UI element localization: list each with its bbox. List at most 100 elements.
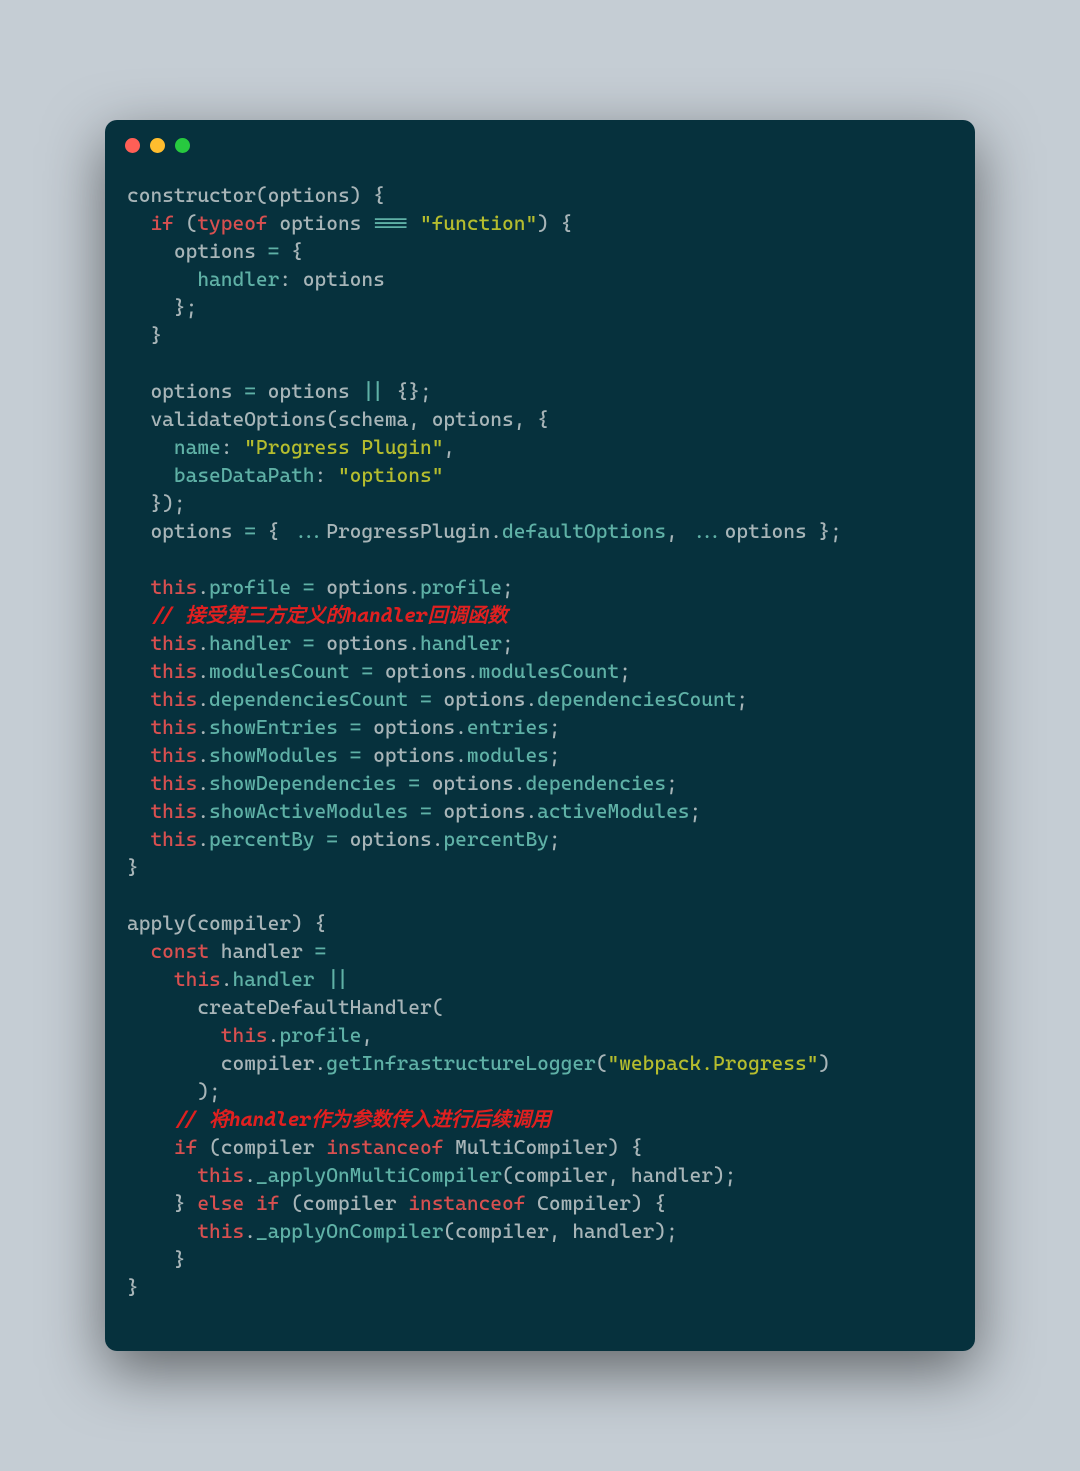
code-token: options.	[315, 575, 420, 599]
code-line: constructor(options) {	[127, 181, 953, 209]
code-token: =	[420, 799, 432, 823]
code-line: this.showDependencies = options.dependen…	[127, 769, 953, 797]
code-token: =	[408, 771, 420, 795]
code-token: .	[244, 1219, 256, 1243]
code-token: if	[150, 211, 173, 235]
code-window: constructor(options) { if (typeof option…	[105, 120, 975, 1351]
code-token: (compiler, handler);	[502, 1163, 736, 1187]
code-token	[291, 631, 303, 655]
code-line: this.handler ||	[127, 965, 953, 993]
code-line: if (compiler instanceof MultiCompiler) {	[127, 1133, 953, 1161]
code-token: const	[150, 939, 209, 963]
code-token	[127, 575, 150, 599]
code-token: modulesCount	[209, 659, 350, 683]
code-token: (	[596, 1051, 608, 1075]
code-line: }	[127, 853, 953, 881]
code-token: (	[174, 211, 197, 235]
code-token: .	[197, 575, 209, 599]
code-token: showActiveModules	[209, 799, 408, 823]
code-token: =	[303, 631, 315, 655]
code-token: constructor	[127, 183, 256, 207]
code-token: defaultOptions	[502, 519, 666, 543]
code-token: options };	[725, 519, 842, 543]
code-token	[338, 743, 350, 767]
code-token: modulesCount	[479, 659, 620, 683]
code-token	[350, 659, 362, 683]
code-token: ||	[361, 379, 384, 403]
code-line: if (typeof options === "function") {	[127, 209, 953, 237]
code-line: this.percentBy = options.percentBy;	[127, 825, 953, 853]
code-token: options.	[432, 687, 537, 711]
code-block: constructor(options) { if (typeof option…	[127, 181, 953, 1301]
code-token: this	[197, 1163, 244, 1187]
code-token: compiler.	[127, 1051, 326, 1075]
code-token: this	[150, 827, 197, 851]
code-line: );	[127, 1077, 953, 1105]
code-token: }	[127, 1275, 139, 1299]
code-line: const handler =	[127, 937, 953, 965]
code-token: // 接受第三方定义的handler回调函数	[150, 603, 507, 627]
code-token: options.	[338, 827, 443, 851]
code-line: }	[127, 321, 953, 349]
code-token: .	[197, 715, 209, 739]
code-token: this	[150, 771, 197, 795]
code-token	[127, 715, 150, 739]
code-token: ProgressPlugin.	[326, 519, 502, 543]
code-token: ;	[736, 687, 748, 711]
code-line: this._applyOnMultiCompiler(compiler, han…	[127, 1161, 953, 1189]
code-token: this	[150, 715, 197, 739]
code-token: =	[326, 827, 338, 851]
code-token	[127, 267, 197, 291]
code-token: this	[150, 799, 197, 823]
code-token: this	[174, 967, 221, 991]
code-token: }	[127, 323, 162, 347]
code-token	[127, 1107, 174, 1131]
code-line	[127, 349, 953, 377]
close-icon[interactable]	[125, 138, 140, 153]
code-token: .	[244, 1163, 256, 1187]
code-token: ;	[502, 631, 514, 655]
code-token: ;	[549, 827, 561, 851]
code-line: this.modulesCount = options.modulesCount…	[127, 657, 953, 685]
code-token: entries	[467, 715, 549, 739]
code-token	[408, 211, 420, 235]
code-token: typeof	[197, 211, 267, 235]
code-token	[127, 1219, 197, 1243]
code-token: handler	[232, 967, 314, 991]
code-token	[127, 603, 150, 627]
code-line: }	[127, 1273, 953, 1301]
code-line: options = options || {};	[127, 377, 953, 405]
code-token: ;	[502, 575, 514, 599]
code-token	[127, 211, 150, 235]
code-token: .	[197, 771, 209, 795]
code-token: }	[127, 855, 139, 879]
code-line: this.dependenciesCount = options.depende…	[127, 685, 953, 713]
code-line: compiler.getInfrastructureLogger("webpac…	[127, 1049, 953, 1077]
code-token: options.	[315, 631, 420, 655]
minimize-icon[interactable]	[150, 138, 165, 153]
code-line: handler: options	[127, 265, 953, 293]
code-token: dependenciesCount	[209, 687, 408, 711]
code-token: profile	[279, 1023, 361, 1047]
code-line: this._applyOnCompiler(compiler, handler)…	[127, 1217, 953, 1245]
code-token: dependencies	[525, 771, 666, 795]
code-token	[127, 1163, 197, 1187]
code-token: apply(compiler) {	[127, 911, 326, 935]
code-token	[127, 687, 150, 711]
code-token	[127, 743, 150, 767]
code-token: activeModules	[537, 799, 689, 823]
code-token: "options"	[338, 463, 443, 487]
code-token: if	[256, 1191, 279, 1215]
code-line: }	[127, 1245, 953, 1273]
code-token	[315, 827, 327, 851]
code-token: .	[268, 1023, 280, 1047]
code-token: =	[350, 715, 362, 739]
maximize-icon[interactable]	[175, 138, 190, 153]
code-token: this	[150, 659, 197, 683]
code-token: .	[197, 827, 209, 851]
code-token: =	[268, 239, 280, 263]
code-token	[291, 575, 303, 599]
code-token: (options) {	[256, 183, 385, 207]
code-token: profile	[420, 575, 502, 599]
code-token: this	[150, 743, 197, 767]
